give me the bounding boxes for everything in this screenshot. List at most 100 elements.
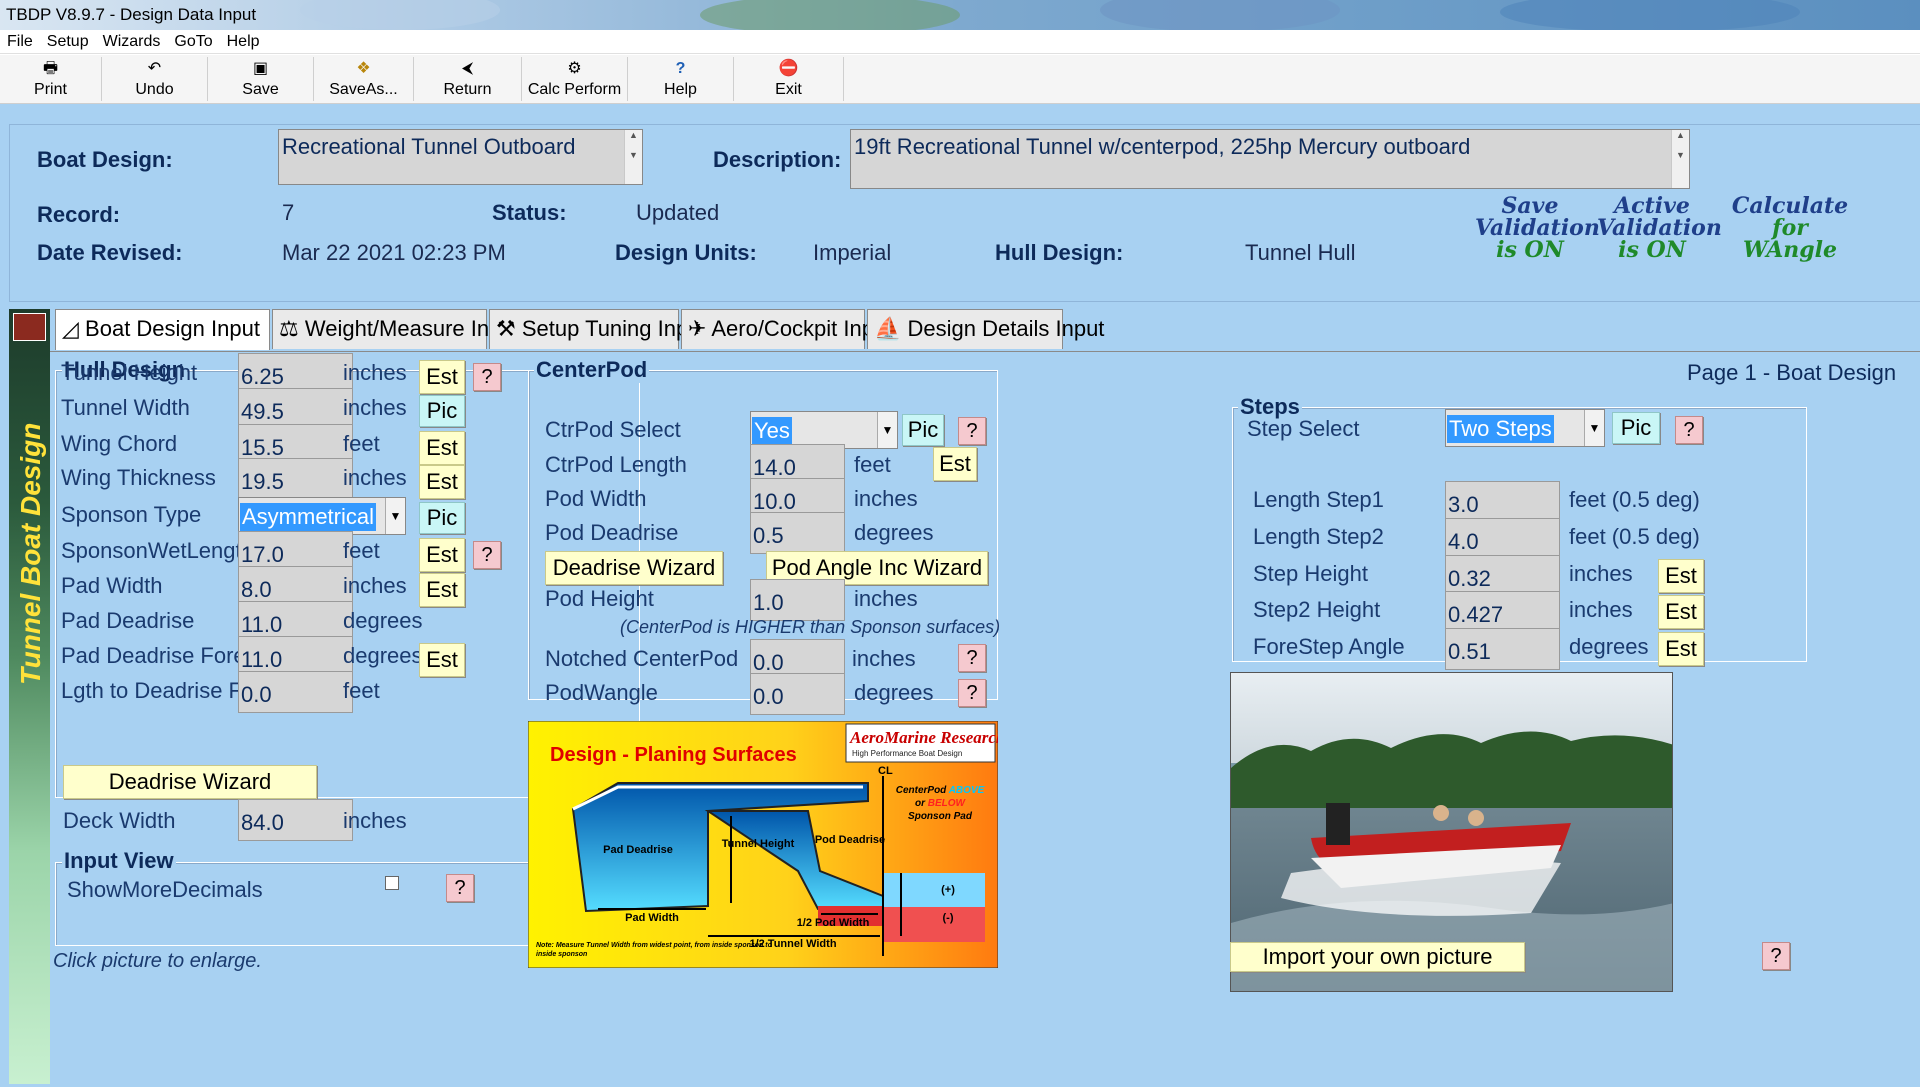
step-est-button[interactable]: Est: [1658, 632, 1704, 666]
step-row-input[interactable]: 0.51: [1445, 628, 1560, 670]
step-row-input[interactable]: 0.427: [1445, 591, 1560, 633]
hull-row-label: Sponson Type: [61, 502, 202, 527]
tab-weight-measure-input[interactable]: ⚖ Weight/Measure Input: [272, 309, 520, 349]
hull-row-input[interactable]: 0.0: [238, 671, 353, 713]
hull-row-label: Wing Chord: [61, 431, 178, 456]
hull-est-button[interactable]: Est: [419, 538, 465, 572]
pod-height-input[interactable]: 1.0: [750, 579, 845, 621]
step-row-unit: degrees: [1569, 634, 1649, 659]
step-select-help-button[interactable]: ?: [1675, 416, 1703, 444]
return-button[interactable]: ⮜ Return: [414, 57, 522, 101]
step-est-button[interactable]: Est: [1658, 559, 1704, 593]
hull-row-unit: feet: [343, 538, 380, 563]
calculate-wangle-indicator[interactable]: Calculate for WAngle: [1730, 195, 1850, 261]
deck-width-label: Deck Width: [63, 808, 176, 833]
hull-design-value: Tunnel Hull: [1245, 240, 1356, 265]
sponson-type-dropdown[interactable]: Asymmetrical ▼: [238, 497, 406, 535]
tab-design-details-input[interactable]: ⛵ Design Details Input: [867, 309, 1104, 349]
notched-centerpod-unit: inches: [852, 646, 916, 671]
save-button[interactable]: ▣ Save: [208, 57, 314, 101]
exit-button[interactable]: ⛔ Exit: [734, 57, 844, 101]
hull-pic-button[interactable]: Pic: [419, 395, 465, 427]
planing-surfaces-diagram[interactable]: Design - Planing Surfaces AeroMarine Res…: [528, 721, 998, 968]
photo-help-button[interactable]: ?: [1762, 942, 1790, 970]
active-validation-indicator[interactable]: Active Validation is ON: [1597, 195, 1722, 261]
page-label: Page 1 - Boat Design: [1687, 360, 1897, 385]
podwangle-input[interactable]: 0.0: [750, 673, 845, 715]
svg-text:(+): (+): [941, 884, 955, 896]
tab-aero-cockpit-input[interactable]: ✈ Aero/Cockpit Input: [681, 309, 892, 349]
ctrpod-length-est-button[interactable]: Est: [933, 447, 977, 481]
input-view-help-button[interactable]: ?: [446, 874, 474, 902]
boat-design-label: Boat Design:: [37, 147, 173, 172]
saveas-button[interactable]: ❖ SaveAs...: [314, 57, 414, 101]
step-row-label: Length Step2: [1253, 524, 1384, 549]
svg-text:Sponson Pad: Sponson Pad: [908, 811, 973, 822]
step-select-dropdown[interactable]: Two Steps ▼: [1445, 409, 1605, 447]
tab-setup-tuning-input[interactable]: ⚒ Setup Tuning Input: [489, 309, 707, 349]
status-value: Updated: [636, 200, 720, 225]
menu-help[interactable]: Help: [220, 30, 267, 51]
menu-bar: File Setup Wizards GoTo Help: [0, 30, 1920, 54]
tab-strip: ◿ Boat Design Input ⚖ Weight/Measure Inp…: [55, 309, 1920, 350]
import-picture-button[interactable]: Import your own picture: [1230, 942, 1525, 972]
chevron-down-icon: ▼: [385, 498, 405, 534]
ctrpod-select-help-button[interactable]: ?: [958, 417, 986, 445]
step-row-input[interactable]: 3.0: [1445, 481, 1560, 523]
svg-text:AeroMarine Research: AeroMarine Research: [849, 728, 998, 747]
show-more-decimals-label: ShowMoreDecimals: [67, 877, 263, 902]
pod-deadrise-wizard-button[interactable]: Deadrise Wizard: [545, 551, 723, 585]
hull-row-label: Tunnel Height: [61, 360, 198, 385]
tab-boat-design-input[interactable]: ◿ Boat Design Input: [55, 309, 270, 350]
step-est-button[interactable]: Est: [1658, 595, 1704, 629]
hull-est-button[interactable]: Est: [419, 431, 465, 465]
pod-deadrise-input[interactable]: 0.5: [750, 512, 845, 554]
svg-text:CL: CL: [878, 765, 893, 777]
print-button[interactable]: 🖶 Print: [0, 57, 102, 101]
input-view-title: Input View: [62, 848, 176, 874]
show-more-decimals-checkbox[interactable]: [385, 876, 399, 890]
save-icon: ▣: [252, 60, 269, 77]
svg-text:(-): (-): [943, 912, 954, 924]
hull-pic-button[interactable]: Pic: [419, 502, 465, 534]
hull-est-button[interactable]: Est: [419, 465, 465, 499]
podwangle-help-button[interactable]: ?: [958, 679, 986, 707]
centerpod-higher-note: (CenterPod is HIGHER than Sponson surfac…: [620, 617, 1001, 637]
step-row-label: ForeStep Angle: [1253, 634, 1405, 659]
design-units-label: Design Units:: [615, 240, 757, 265]
hull-help-button[interactable]: ?: [473, 541, 501, 569]
ctrpod-length-unit: feet: [854, 452, 891, 477]
calc-perform-button[interactable]: ⚙ Calc Perform: [522, 57, 628, 101]
boat-design-field[interactable]: Recreational Tunnel Outboard ▲ ▼: [278, 129, 643, 185]
svg-text:Tunnel Height: Tunnel Height: [722, 838, 795, 850]
step-row-input[interactable]: 4.0: [1445, 518, 1560, 560]
wrench-icon: ⚒: [496, 316, 516, 341]
boat-design-scrollbar[interactable]: ▲ ▼: [624, 130, 642, 184]
date-revised-value: Mar 22 2021 02:23 PM: [282, 240, 506, 265]
steps-pic-button[interactable]: Pic: [1612, 412, 1660, 444]
deck-width-input[interactable]: 84.0: [238, 799, 353, 841]
hull-est-button[interactable]: Est: [419, 643, 465, 677]
help-button[interactable]: ? Help: [628, 57, 734, 101]
hull-est-button[interactable]: Est: [419, 573, 465, 607]
step-row-unit: feet (0.5 deg): [1569, 524, 1700, 549]
menu-setup[interactable]: Setup: [40, 30, 96, 51]
save-validation-indicator[interactable]: Save Validation is ON: [1475, 195, 1600, 261]
hull-deadrise-wizard-button[interactable]: Deadrise Wizard: [63, 765, 317, 799]
hull-row-unit: inches: [343, 360, 407, 385]
menu-file[interactable]: File: [0, 30, 40, 51]
hull-est-button[interactable]: Est: [419, 360, 465, 394]
date-revised-label: Date Revised:: [37, 240, 183, 265]
undo-button[interactable]: ↶ Undo: [102, 57, 208, 101]
hull-help-button[interactable]: ?: [473, 363, 501, 391]
description-scrollbar[interactable]: ▲ ▼: [1671, 130, 1689, 188]
hull-row-unit: degrees: [343, 643, 423, 668]
hull-row-input[interactable]: 19.5: [238, 458, 353, 500]
menu-wizards[interactable]: Wizards: [96, 30, 168, 51]
description-field[interactable]: 19ft Recreational Tunnel w/centerpod, 22…: [850, 129, 1690, 189]
planing-surfaces-svg: Design - Planing Surfaces AeroMarine Res…: [528, 721, 998, 968]
ctrpod-pic-button[interactable]: Pic: [902, 414, 944, 446]
notched-centerpod-help-button[interactable]: ?: [958, 644, 986, 672]
menu-goto[interactable]: GoTo: [167, 30, 219, 51]
hull-design-label: Hull Design:: [995, 240, 1124, 265]
